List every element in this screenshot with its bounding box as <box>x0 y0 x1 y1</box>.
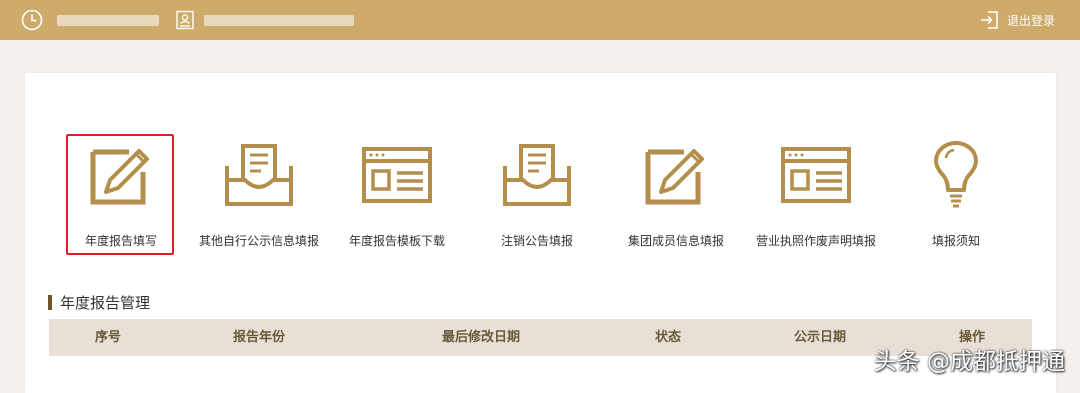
section-title-marker <box>48 294 52 310</box>
watermark: 头条 @成都抵押通 <box>873 349 1065 375</box>
func-label: 集团成员信息填报 <box>627 234 724 248</box>
edit-form-icon <box>90 149 149 205</box>
blurred-company-info <box>204 15 354 26</box>
func-label: 营业执照作废声明填报 <box>755 234 876 248</box>
blurred-user-info <box>57 15 159 26</box>
template-window-icon <box>362 147 432 203</box>
inbox-document-icon <box>503 144 571 206</box>
func-cancellation-notice[interactable]: 注销公告填报 <box>472 140 602 249</box>
logout-button[interactable]: 退出登录 <box>979 9 1055 31</box>
func-group-member-info[interactable]: 集团成员信息填报 <box>611 140 741 249</box>
section-title: 年度报告管理 <box>48 293 151 312</box>
func-label: 注销公告填报 <box>500 234 573 248</box>
top-bar: 退出登录 <box>0 0 1080 40</box>
inbox-document-icon <box>225 144 293 206</box>
column-header-index: 序号 <box>94 330 122 345</box>
func-label: 填报须知 <box>931 234 980 248</box>
column-header-publish-date: 公示日期 <box>793 330 847 345</box>
func-template-download[interactable]: 年度报告模板下载 <box>332 140 462 249</box>
id-card-icon <box>176 10 194 30</box>
edit-form-icon <box>645 149 704 205</box>
func-filing-instructions[interactable]: 填报须知 <box>891 140 1021 249</box>
func-license-void-statement[interactable]: 营业执照作废声明填报 <box>751 140 881 249</box>
column-header-last-modified: 最后修改日期 <box>441 330 521 345</box>
func-annual-report-fill[interactable]: 年度报告填写 <box>56 134 186 255</box>
column-header-status: 状态 <box>654 330 682 345</box>
func-label: 其他自行公示信息填报 <box>198 234 319 248</box>
lightbulb-icon <box>934 141 978 208</box>
template-window-icon <box>781 147 851 203</box>
func-other-disclosure[interactable]: 其他自行公示信息填报 <box>194 140 324 249</box>
section-title-text: 年度报告管理 <box>60 293 151 312</box>
logout-icon <box>980 11 998 29</box>
logout-label: 退出登录 <box>1006 13 1055 28</box>
clock-icon <box>21 9 43 31</box>
func-label: 年度报告模板下载 <box>348 234 445 248</box>
column-header-report-year: 报告年份 <box>232 330 286 345</box>
func-label: 年度报告填写 <box>84 234 157 248</box>
